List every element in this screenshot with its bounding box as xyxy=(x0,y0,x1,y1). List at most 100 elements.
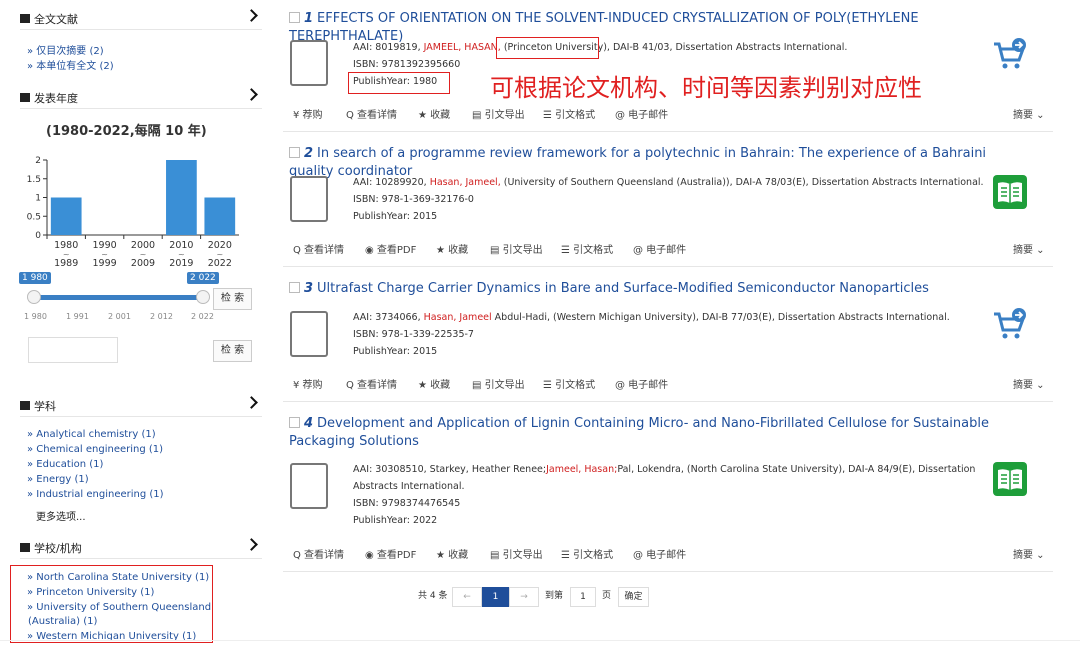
citation-format-button[interactable]: ☰ 引文格式 xyxy=(543,376,595,391)
facet-count: (1) xyxy=(74,474,89,485)
year-search-button-2[interactable]: 检 索 xyxy=(213,340,252,362)
citation-format-button[interactable]: ☰ 引文格式 xyxy=(561,241,613,256)
chevron-right-icon[interactable] xyxy=(245,88,258,101)
email-button[interactable]: @ 电子邮件 xyxy=(633,546,686,561)
affiliation: Pal, Lokendra, (North Carolina State Uni… xyxy=(617,464,846,475)
chart-bar[interactable] xyxy=(204,197,236,236)
institution-item[interactable]: » Princeton University (1) xyxy=(27,587,154,598)
select-checkbox[interactable] xyxy=(289,12,300,23)
result-title[interactable]: 3 Ultrafast Charge Carrier Dynamics in Ba… xyxy=(289,280,1029,298)
x-tick-label: 2022 xyxy=(208,258,232,269)
cart-icon[interactable] xyxy=(991,36,1027,72)
citation-format-button[interactable]: ☰ 引文格式 xyxy=(561,546,613,561)
facet-link-label: » 仅目次摘要 xyxy=(27,46,87,57)
recommend-purchase-button[interactable]: ¥ 荐购 xyxy=(293,376,323,391)
result-title-text[interactable]: Development and Application of Lignin Co… xyxy=(289,416,989,449)
next-page-button[interactable]: → xyxy=(509,587,539,607)
favorite-button[interactable]: ★ 收藏 xyxy=(436,241,468,256)
year-input[interactable] xyxy=(28,337,118,363)
thesis-thumbnail-icon xyxy=(290,311,328,357)
view-details-button[interactable]: Q 查看详情 xyxy=(293,241,344,256)
select-checkbox[interactable] xyxy=(289,147,300,158)
facet-title: 全文文献 xyxy=(34,13,78,26)
subject-item[interactable]: » Analytical chemistry (1) xyxy=(27,429,156,440)
abstract-toggle[interactable]: 摘要 ⌄ xyxy=(1013,106,1045,121)
facet-title: 发表年度 xyxy=(34,92,78,105)
page-number-input[interactable]: 1 xyxy=(570,587,596,607)
cart-icon[interactable] xyxy=(991,306,1027,342)
prev-page-button[interactable]: ← xyxy=(452,587,482,607)
authors[interactable]: Jameel, Hasan; xyxy=(546,464,617,475)
authors[interactable]: Hasan, Jameel xyxy=(424,312,492,323)
aai: AAI: 3734066, xyxy=(353,312,424,323)
view-pdf-button[interactable]: ◉ 查看PDF xyxy=(365,241,416,256)
chevron-right-icon[interactable] xyxy=(245,396,258,409)
institution-item[interactable]: » North Carolina State University (1) xyxy=(27,572,209,583)
source: DAI-A 78/03(E), Dissertation Abstracts I… xyxy=(732,177,984,188)
square-icon xyxy=(20,14,30,23)
result-meta: AAI: 30308510, Starkey, Heather Renee;Ja… xyxy=(353,461,993,529)
more-options-link[interactable]: 更多选项... xyxy=(36,508,86,523)
subject-item[interactable]: » Chemical engineering (1) xyxy=(27,444,163,455)
result-title-text[interactable]: Ultrafast Charge Carrier Dynamics in Bar… xyxy=(317,281,929,296)
facet-link[interactable]: » 本单位有全文 (2) xyxy=(27,57,114,72)
select-checkbox[interactable] xyxy=(289,417,300,428)
facet-header-fulltext[interactable]: 全文文献 xyxy=(20,8,262,30)
view-details-button[interactable]: Q 查看详情 xyxy=(293,546,344,561)
chevron-right-icon[interactable] xyxy=(245,538,258,551)
publish-year: PublishYear: 2022 xyxy=(353,515,438,526)
facet-header-years[interactable]: 发表年度 xyxy=(20,87,262,109)
export-citation-button[interactable]: ▤ 引文导出 xyxy=(490,241,543,256)
chart-bar[interactable] xyxy=(166,160,197,235)
year-search-button[interactable]: 检 索 xyxy=(213,288,252,310)
range-start-handle[interactable] xyxy=(27,290,41,304)
email-button[interactable]: @ 电子邮件 xyxy=(615,376,668,391)
citation-format-button[interactable]: ☰ 引文格式 xyxy=(543,106,595,121)
year-range-track[interactable] xyxy=(33,295,203,300)
meta-line: AAI: 30308510, Starkey, Heather Renee;Ja… xyxy=(353,461,993,495)
facet-header-subjects[interactable]: 学科 xyxy=(20,395,262,417)
institution-item-cont[interactable]: (Australia) (1) xyxy=(28,616,97,627)
range-end-handle[interactable] xyxy=(196,290,210,304)
book-icon[interactable] xyxy=(992,174,1028,210)
confirm-page-button[interactable]: 确定 xyxy=(618,587,649,607)
view-details-button[interactable]: Q 查看详情 xyxy=(346,376,397,391)
abstract-toggle[interactable]: 摘要 ⌄ xyxy=(1013,376,1045,391)
view-details-button[interactable]: Q 查看详情 xyxy=(346,106,397,121)
facet-count: (1) xyxy=(141,429,156,440)
affiliation: (University of Southern Queensland (Aust… xyxy=(500,177,733,188)
email-button[interactable]: @ 电子邮件 xyxy=(633,241,686,256)
export-citation-button[interactable]: ▤ 引文导出 xyxy=(490,546,543,561)
subject-item[interactable]: » Energy (1) xyxy=(27,474,89,485)
subject-item[interactable]: » Education (1) xyxy=(27,459,103,470)
result-title[interactable]: 4 Development and Application of Lignin C… xyxy=(289,415,1029,451)
chart-bar[interactable] xyxy=(50,197,82,236)
export-citation-button[interactable]: ▤ 引文导出 xyxy=(472,376,525,391)
subject-item[interactable]: » Industrial engineering (1) xyxy=(27,489,164,500)
authors[interactable]: Hasan, Jameel, xyxy=(430,177,501,188)
facet-header-institutions[interactable]: 学校/机构 xyxy=(20,537,262,559)
recommend-purchase-button[interactable]: ¥ 荐购 xyxy=(293,106,323,121)
view-pdf-button[interactable]: ◉ 查看PDF xyxy=(365,546,416,561)
publish-year: PublishYear: 2015 xyxy=(353,211,438,222)
email-button[interactable]: @ 电子邮件 xyxy=(615,106,668,121)
export-citation-button[interactable]: ▤ 引文导出 xyxy=(472,106,525,121)
subject-label: » Energy xyxy=(27,474,72,485)
select-checkbox[interactable] xyxy=(289,282,300,293)
favorite-button[interactable]: ★ 收藏 xyxy=(418,376,450,391)
divider xyxy=(283,571,1053,572)
chevron-right-icon[interactable] xyxy=(245,9,258,22)
current-page-button[interactable]: 1 xyxy=(482,587,509,607)
authors[interactable]: JAMEEL, HASAN, xyxy=(424,42,501,53)
book-icon[interactable] xyxy=(992,461,1028,497)
abstract-toggle[interactable]: 摘要 ⌄ xyxy=(1013,546,1045,561)
favorite-button[interactable]: ★ 收藏 xyxy=(436,546,468,561)
facet-link[interactable]: » 仅目次摘要 (2) xyxy=(27,42,104,57)
facet-count: (1) xyxy=(89,459,104,470)
y-tick-label: 0.5 xyxy=(27,212,41,222)
favorite-button[interactable]: ★ 收藏 xyxy=(418,106,450,121)
thesis-thumbnail-icon xyxy=(290,40,328,86)
source: DAI-B 77/03(E), Dissertation Abstracts I… xyxy=(698,312,950,323)
abstract-toggle[interactable]: 摘要 ⌄ xyxy=(1013,241,1045,256)
institution-item[interactable]: » University of Southern Queensland xyxy=(27,602,211,613)
